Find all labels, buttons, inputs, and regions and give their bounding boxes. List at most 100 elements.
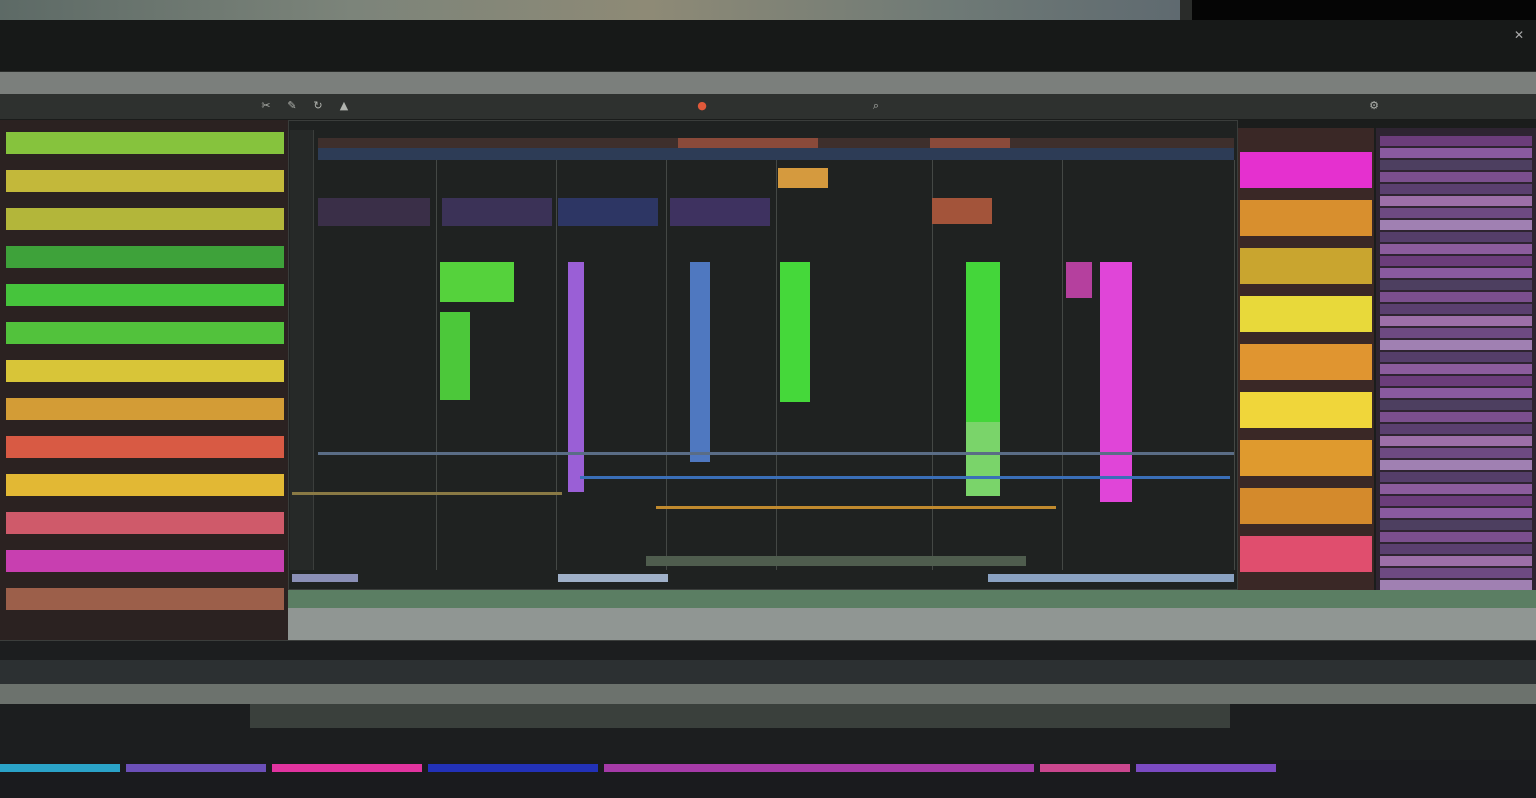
plugin-slot[interactable] (778, 168, 828, 188)
browser-list-item[interactable] (1380, 472, 1532, 482)
browser-list-item[interactable] (1380, 268, 1532, 278)
browser-list-item[interactable] (1380, 208, 1532, 218)
color-browser (1238, 128, 1374, 590)
transport-bar (0, 72, 1536, 94)
color-swatch[interactable] (1240, 200, 1372, 236)
loop-icon[interactable]: ↻ (310, 98, 326, 114)
plugin-slot[interactable] (670, 198, 770, 226)
close-icon[interactable]: ✕ (1514, 28, 1528, 42)
browser-list-item[interactable] (1380, 184, 1532, 194)
browser-list-item[interactable] (1380, 280, 1532, 290)
browser-list-item[interactable] (1380, 436, 1532, 446)
color-swatch[interactable] (1240, 488, 1372, 524)
color-swatch[interactable] (1240, 440, 1372, 476)
browser-list-item[interactable] (1380, 220, 1532, 230)
browser-list-item[interactable] (1380, 352, 1532, 362)
track-row[interactable] (6, 132, 284, 154)
track-row[interactable] (6, 588, 284, 610)
plugin-slot[interactable] (318, 198, 430, 226)
track-row[interactable] (6, 512, 284, 534)
browser-list-item[interactable] (1380, 460, 1532, 470)
browser-list-item[interactable] (1380, 508, 1532, 518)
toolbar (0, 94, 1536, 120)
bottom-track-clip[interactable] (604, 764, 1034, 772)
bottom-track-clip[interactable] (0, 764, 120, 772)
mixer-channel[interactable] (1062, 160, 1235, 570)
color-swatch[interactable] (1240, 152, 1372, 188)
browser-list-item[interactable] (1380, 424, 1532, 434)
color-swatch[interactable] (1240, 536, 1372, 572)
scissors-icon[interactable]: ✂ (258, 98, 274, 114)
browser-list-item[interactable] (1380, 568, 1532, 578)
level-meter (1100, 262, 1132, 502)
pencil-icon[interactable]: ✎ (284, 98, 300, 114)
browser-list-item[interactable] (1380, 448, 1532, 458)
browser-list-item[interactable] (1380, 256, 1532, 266)
browser-list-item[interactable] (1380, 580, 1532, 590)
automation-line (580, 476, 1230, 479)
browser-list-item[interactable] (1380, 556, 1532, 566)
track-row[interactable] (6, 360, 284, 382)
bottom-track-lane (0, 760, 1536, 798)
browser-list-item[interactable] (1380, 364, 1532, 374)
editor-lane[interactable] (250, 704, 1230, 728)
settings-icon[interactable]: ⚙ (1366, 98, 1382, 114)
record-icon[interactable]: ● (694, 98, 710, 114)
browser-list-item[interactable] (1380, 196, 1532, 206)
track-row[interactable] (6, 170, 284, 192)
level-meter (966, 422, 1000, 496)
zoom-icon[interactable]: ⌕ (868, 98, 884, 114)
metronome-icon[interactable]: ▲ (336, 98, 352, 114)
track-row[interactable] (6, 436, 284, 458)
track-row[interactable] (6, 284, 284, 306)
plugin-slot[interactable] (558, 198, 658, 226)
bottom-track-clip[interactable] (1040, 764, 1130, 772)
browser-list-item[interactable] (1380, 484, 1532, 494)
plugin-slot[interactable] (442, 198, 552, 226)
color-swatch[interactable] (1240, 248, 1372, 284)
browser-list-item[interactable] (1380, 388, 1532, 398)
browser-list-item[interactable] (1380, 232, 1532, 242)
browser-list-item[interactable] (1380, 496, 1532, 506)
browser-list-item[interactable] (1380, 340, 1532, 350)
track-row[interactable] (6, 322, 284, 344)
lower-divider[interactable] (288, 608, 1536, 640)
scroll-handle[interactable] (558, 574, 668, 582)
browser-list-item[interactable] (1380, 376, 1532, 386)
browser-list-item[interactable] (1380, 532, 1532, 542)
bottom-track-clip[interactable] (428, 764, 598, 772)
browser-list-item[interactable] (1380, 304, 1532, 314)
clip-region[interactable] (646, 556, 1026, 566)
track-row[interactable] (6, 246, 284, 268)
browser-list-item[interactable] (1380, 520, 1532, 530)
bottom-track-clip[interactable] (272, 764, 422, 772)
browser-list-item[interactable] (1380, 544, 1532, 554)
color-swatch[interactable] (1240, 344, 1372, 380)
plugin-slot[interactable] (932, 198, 992, 224)
browser-list-item[interactable] (1380, 292, 1532, 302)
browser-list-item[interactable] (1380, 400, 1532, 410)
color-swatch[interactable] (1240, 392, 1372, 428)
browser-list-item[interactable] (1380, 316, 1532, 326)
automation-line (656, 506, 1056, 509)
bottom-track-clip[interactable] (126, 764, 266, 772)
track-row[interactable] (6, 474, 284, 496)
channel-header-strip (318, 148, 1234, 160)
color-swatch[interactable] (1240, 296, 1372, 332)
track-row[interactable] (6, 398, 284, 420)
track-row[interactable] (6, 550, 284, 572)
track-row[interactable] (6, 208, 284, 230)
browser-list-item[interactable] (1380, 136, 1532, 146)
timeline-ruler[interactable] (318, 138, 1234, 148)
bottom-track-clip[interactable] (1136, 764, 1276, 772)
browser-list-item[interactable] (1380, 412, 1532, 422)
browser-list-item[interactable] (1380, 148, 1532, 158)
browser-list-item[interactable] (1380, 328, 1532, 338)
scroll-handle[interactable] (988, 574, 1234, 582)
browser-list-item[interactable] (1380, 172, 1532, 182)
level-meter (568, 262, 584, 492)
editor-timeline[interactable] (0, 684, 1536, 704)
browser-list-item[interactable] (1380, 244, 1532, 254)
scroll-handle[interactable] (292, 574, 358, 582)
browser-list-item[interactable] (1380, 160, 1532, 170)
